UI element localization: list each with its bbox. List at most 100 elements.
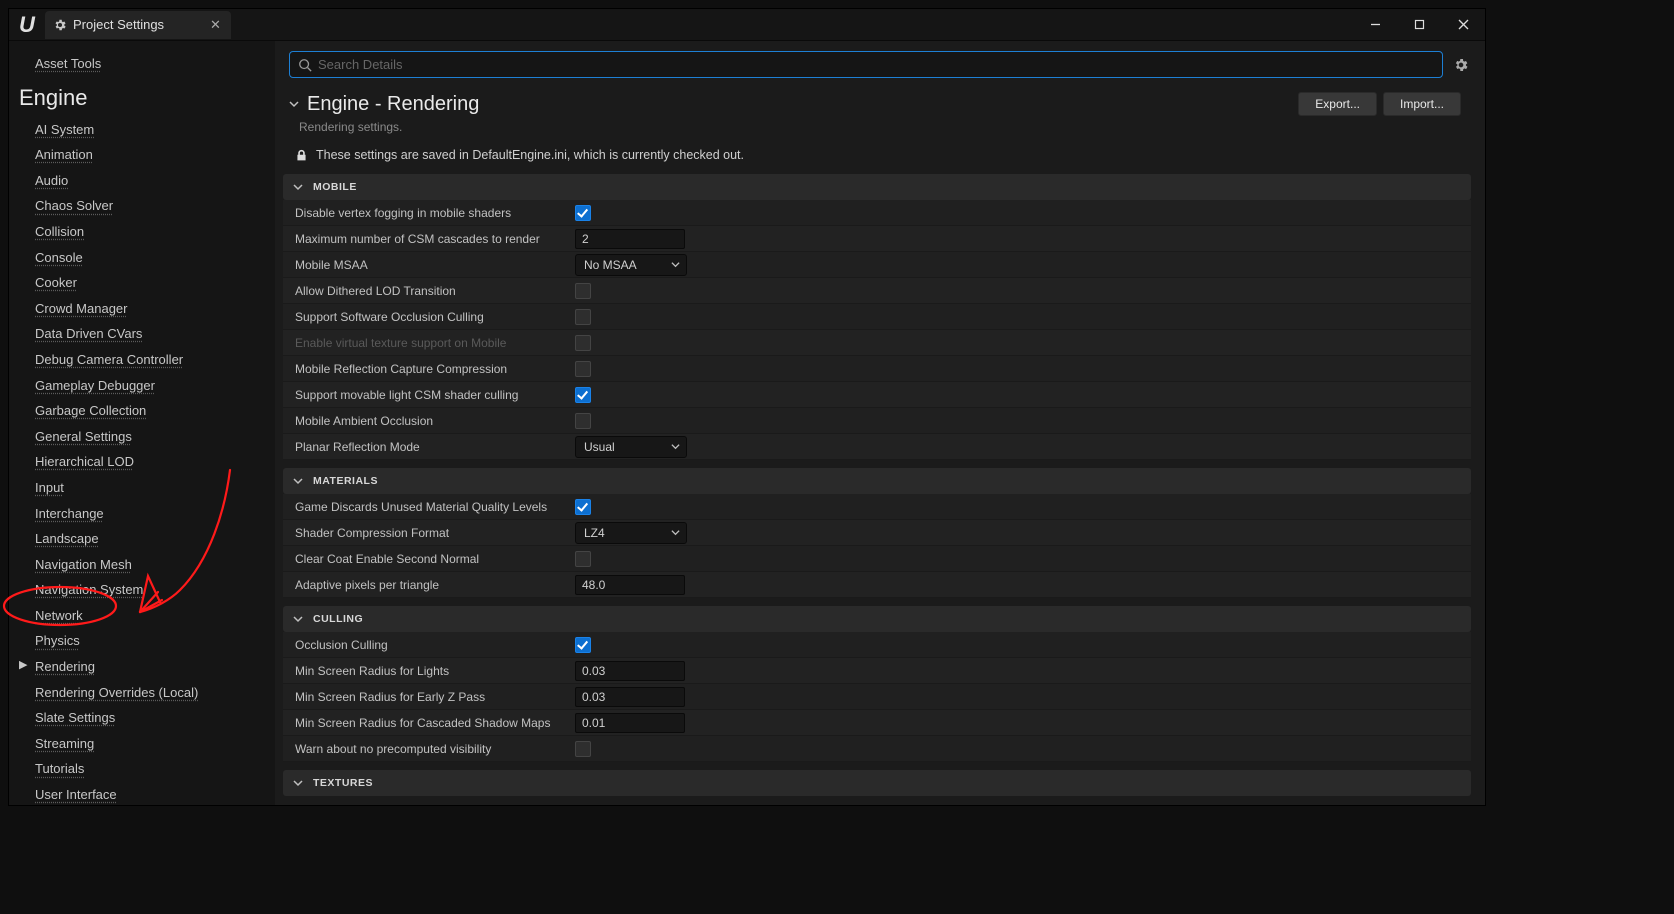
sidebar-item-user-interface[interactable]: User Interface	[17, 782, 267, 805]
sidebar-item-slate-settings[interactable]: Slate Settings	[17, 705, 267, 731]
settings-gear-icon[interactable]	[1451, 55, 1471, 75]
checkbox-clear_coat[interactable]	[575, 551, 591, 567]
window-maximize-icon[interactable]	[1397, 10, 1441, 40]
group-header-mobile[interactable]: MOBILE	[283, 174, 1471, 200]
sidebar-item-navigation-system[interactable]: Navigation System	[17, 577, 267, 603]
group-header-materials[interactable]: MATERIALS	[283, 468, 1471, 494]
sidebar-item-label: Rendering Overrides (Local)	[35, 685, 198, 700]
content-scroll[interactable]: Engine - Rendering Export... Import... R…	[279, 86, 1485, 805]
numeric-input-min_radius_lights[interactable]	[575, 661, 685, 681]
group-header-culling[interactable]: CULLING	[283, 606, 1471, 632]
sidebar-item-garbage-collection[interactable]: Garbage Collection	[17, 398, 267, 424]
export-button[interactable]: Export...	[1298, 92, 1377, 116]
prop-value	[569, 575, 1471, 595]
numeric-input-adaptive_px[interactable]	[575, 575, 685, 595]
sidebar-item-ai-system[interactable]: AI System	[17, 117, 267, 143]
chevron-down-icon[interactable]	[291, 474, 305, 488]
sidebar-item-animation[interactable]: Animation	[17, 142, 267, 168]
numeric-input-min_radius_earlyz[interactable]	[575, 687, 685, 707]
chevron-down-icon[interactable]	[291, 776, 305, 790]
sidebar-item-gameplay-debugger[interactable]: Gameplay Debugger	[17, 373, 267, 399]
lock-text: These settings are saved in DefaultEngin…	[316, 148, 744, 162]
sidebar-item-hierarchical-lod[interactable]: Hierarchical LOD	[17, 449, 267, 475]
sidebar-item-label: Crowd Manager	[35, 301, 128, 316]
sidebar-item-label: Network	[35, 608, 83, 623]
checkbox-dithered_lod[interactable]	[575, 283, 591, 299]
chevron-down-icon[interactable]	[287, 97, 301, 111]
sidebar[interactable]: Asset ToolsEngineAI SystemAnimationAudio…	[9, 41, 275, 805]
sidebar-item-cooker[interactable]: Cooker	[17, 270, 267, 296]
sidebar-item-network[interactable]: Network	[17, 603, 267, 629]
prop-label: Support Software Occlusion Culling	[283, 310, 569, 324]
prop-row-mobile-msaa: Mobile MSAANo MSAA	[283, 252, 1471, 278]
sidebar-item-general-settings[interactable]: General Settings	[17, 424, 267, 450]
select-planar_refl[interactable]: Usual	[575, 436, 687, 458]
chevron-down-icon[interactable]	[291, 180, 305, 194]
sidebar-item-label: User Interface	[35, 787, 117, 802]
sidebar-item-label: Debug Camera Controller	[35, 352, 183, 367]
checkbox-movable_csm[interactable]	[575, 387, 591, 403]
prop-value	[569, 499, 1471, 515]
sidebar-item-label: Landscape	[35, 531, 99, 546]
sidebar-item-label: Animation	[35, 147, 93, 162]
sidebar-item-asset-tools[interactable]: Asset Tools	[17, 51, 267, 77]
sidebar-item-console[interactable]: Console	[17, 245, 267, 271]
prop-label: Occlusion Culling	[283, 638, 569, 652]
sidebar-item-label: Audio	[35, 173, 68, 188]
sidebar-item-audio[interactable]: Audio	[17, 168, 267, 194]
lock-row: These settings are saved in DefaultEngin…	[283, 144, 1471, 174]
sidebar-item-rendering[interactable]: ▶Rendering	[17, 654, 267, 680]
window-minimize-icon[interactable]	[1353, 10, 1397, 40]
tab-project-settings[interactable]: Project Settings ✕	[45, 11, 231, 39]
sidebar-item-data-driven-cvars[interactable]: Data Driven CVars	[17, 321, 267, 347]
sidebar-item-label: Gameplay Debugger	[35, 378, 155, 393]
prop-value: No MSAA	[569, 254, 1471, 276]
section-head: Engine - Rendering Export... Import...	[283, 86, 1471, 118]
body: Asset ToolsEngineAI SystemAnimationAudio…	[9, 41, 1485, 805]
sidebar-item-crowd-manager[interactable]: Crowd Manager	[17, 296, 267, 322]
checkbox-warn_precomp[interactable]	[575, 741, 591, 757]
sidebar-item-interchange[interactable]: Interchange	[17, 501, 267, 527]
sidebar-item-input[interactable]: Input	[17, 475, 267, 501]
sidebar-item-chaos-solver[interactable]: Chaos Solver	[17, 193, 267, 219]
search-input[interactable]	[318, 57, 1434, 72]
prop-row-culling-min_radius_csm: Min Screen Radius for Cascaded Shadow Ma…	[283, 710, 1471, 736]
select-shader_format[interactable]: LZ4	[575, 522, 687, 544]
sidebar-item-physics[interactable]: Physics	[17, 628, 267, 654]
search-box[interactable]	[289, 51, 1443, 78]
numeric-input-min_radius_csm[interactable]	[575, 713, 685, 733]
tab-close-icon[interactable]: ✕	[210, 17, 221, 33]
numeric-input-max_csm[interactable]	[575, 229, 685, 249]
prop-value	[569, 413, 1471, 429]
checkbox-disable_vertex_fog[interactable]	[575, 205, 591, 221]
prop-value	[569, 205, 1471, 221]
prop-label: Shader Compression Format	[283, 526, 569, 540]
search-row	[275, 41, 1485, 86]
sidebar-item-landscape[interactable]: Landscape	[17, 526, 267, 552]
group-header-textures[interactable]: TEXTURES	[283, 770, 1471, 796]
sidebar-item-debug-camera-controller[interactable]: Debug Camera Controller	[17, 347, 267, 373]
sidebar-item-tutorials[interactable]: Tutorials	[17, 756, 267, 782]
prop-row-mobile-soft_occlusion: Support Software Occlusion Culling	[283, 304, 1471, 330]
checkbox-refl_compress[interactable]	[575, 361, 591, 377]
checkbox-discard_quality[interactable]	[575, 499, 591, 515]
window-close-icon[interactable]	[1441, 10, 1485, 40]
sidebar-item-navigation-mesh[interactable]: Navigation Mesh	[17, 552, 267, 578]
select-msaa[interactable]: No MSAA	[575, 254, 687, 276]
chevron-down-icon[interactable]	[291, 612, 305, 626]
checkbox-occlusion[interactable]	[575, 637, 591, 653]
chevron-right-icon: ▶	[19, 659, 27, 672]
sidebar-item-collision[interactable]: Collision	[17, 219, 267, 245]
checkbox-ambient_occ[interactable]	[575, 413, 591, 429]
prop-label: Adaptive pixels per triangle	[283, 578, 569, 592]
sidebar-item-streaming[interactable]: Streaming	[17, 731, 267, 757]
checkbox-soft_occlusion[interactable]	[575, 309, 591, 325]
import-button[interactable]: Import...	[1383, 92, 1461, 116]
sidebar-item-label: Collision	[35, 224, 84, 239]
sidebar-item-label: Streaming	[35, 736, 94, 751]
prop-row-mobile-planar_refl: Planar Reflection ModeUsual	[283, 434, 1471, 460]
sidebar-item-rendering-overrides-local-[interactable]: Rendering Overrides (Local)	[17, 680, 267, 706]
prop-value	[569, 229, 1471, 249]
prop-label: Warn about no precomputed visibility	[283, 742, 569, 756]
prop-value	[569, 687, 1471, 707]
